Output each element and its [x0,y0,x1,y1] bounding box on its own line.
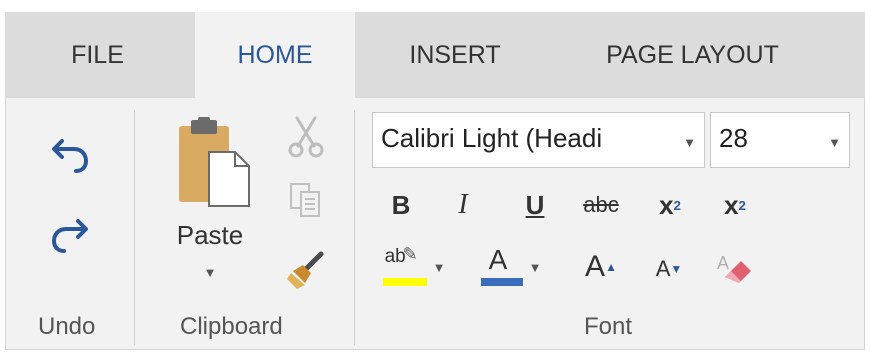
strikethrough-button[interactable]: abc [572,180,630,230]
redo-icon [51,219,88,253]
tab-insert[interactable]: INSERT [385,12,525,98]
font-color-glyph: A [488,244,508,275]
format-painter-icon [287,251,324,289]
font-size-value: 28 [719,123,748,153]
italic-button[interactable]: I [440,180,486,230]
underline-button[interactable]: U [512,180,558,230]
paste-button[interactable]: Paste ▼ [160,110,260,310]
tab-file[interactable]: FILE [50,12,145,98]
subscript-glyph: x [659,189,674,220]
group-separator [134,110,135,345]
group-label-clipboard: Clipboard [180,313,283,340]
underline-glyph: U [525,189,545,220]
caret-up-icon: ▲ [605,260,617,274]
bold-button[interactable]: B [378,180,424,230]
undo-button[interactable] [40,125,100,185]
cut-button[interactable] [278,112,334,162]
chevron-down-icon: ▼ [828,135,841,150]
tab-home[interactable]: HOME [195,12,355,98]
scissors-icon [288,116,324,158]
font-color-button[interactable]: A ▼ [474,240,546,294]
copy-button[interactable] [278,175,334,225]
undo-icon [52,139,89,173]
tab-page-layout[interactable]: PAGE LAYOUT [570,12,815,98]
superscript-glyph: x [724,189,739,220]
marker-icon: ✎ [402,244,418,264]
superscript-mark: 2 [738,197,746,213]
shrink-font-glyph: A [655,256,671,281]
chevron-down-icon: ▼ [432,259,446,275]
caret-down-icon: ▼ [670,262,683,276]
font-size-dropdown[interactable]: 28 ▼ [710,112,850,168]
grow-font-glyph: A [585,250,606,283]
font-name-dropdown[interactable]: Calibri Light (Headi ▼ [372,112,705,168]
shrink-font-button[interactable]: A ▼ [644,244,694,294]
group-label-font: Font [584,313,633,340]
svg-text:A: A [717,253,729,273]
chevron-down-icon: ▼ [683,135,696,150]
paste-dropdown-caret[interactable]: ▼ [204,265,217,280]
paste-label: Paste [176,220,244,250]
group-separator [354,110,355,345]
text-highlight-button[interactable]: ab ✎ ▼ [378,240,450,294]
eraser-icon: A [717,253,751,283]
redo-button[interactable] [40,205,100,265]
paste-icon [179,117,250,207]
superscript-button[interactable]: x2 [710,180,760,230]
highlight-color-bar [382,278,427,286]
grow-font-button[interactable]: A ▲ [574,240,628,294]
font-color-bar [480,278,523,286]
highlighter-icon: ab ✎ [382,244,429,290]
chevron-down-icon: ▼ [528,259,542,275]
copy-icon [290,183,320,217]
clear-formatting-button[interactable]: A [708,242,762,296]
group-label-undo: Undo [38,313,96,340]
font-name-value: Calibri Light (Headi [381,123,603,153]
subscript-mark: 2 [673,197,681,213]
format-painter-button[interactable] [278,242,334,298]
strikethrough-glyph: abc [583,192,619,217]
font-color-icon: A [479,244,525,290]
italic-glyph: I [458,189,468,220]
subscript-button[interactable]: x2 [645,180,695,230]
bold-glyph: B [391,189,411,220]
